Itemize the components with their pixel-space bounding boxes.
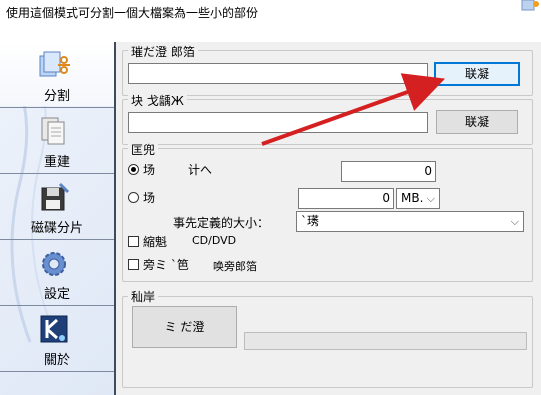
radio-split-by-count-text: 计へ [188, 163, 213, 177]
radio-split-by-count[interactable] [128, 164, 139, 175]
sidebar-separator [0, 371, 114, 372]
sidebar-item-label: 關於 [43, 353, 70, 368]
compress-checkbox-text: CD/DVD [192, 234, 237, 247]
part-size-input[interactable]: 0 [298, 188, 394, 209]
batch-checkbox-text: 唤旁郎箔 [213, 260, 257, 273]
radio-split-by-size[interactable] [128, 192, 139, 203]
compress-checkbox[interactable] [128, 236, 139, 247]
source-browse-button[interactable]: 联凝 [434, 62, 520, 86]
preset-size-select[interactable]: `璓 ⌵ [296, 211, 524, 232]
split-panel: 璀だ澄 郎箔 联凝 块 戈龋Ж 联凝 匡兜 场 计へ 0 场 0 MB. ⌵ 事… [116, 42, 541, 395]
target-group-title: 块 戈龋Ж [128, 92, 187, 109]
sidebar-item-split[interactable]: 分割 [0, 42, 114, 106]
parts-count-input[interactable]: 0 [341, 161, 436, 182]
target-folder-input[interactable] [128, 112, 428, 133]
options-group-title: 匡兜 [128, 141, 159, 158]
sidebar-item-label: 分割 [43, 89, 70, 104]
sidebar-item-about[interactable]: 關於 [0, 306, 114, 370]
compress-checkbox-label: 縮魁 [143, 235, 168, 249]
radio-split-by-size-label: 场 [143, 191, 156, 205]
split-scissors-icon [39, 51, 70, 77]
split-progress-bar [244, 332, 527, 350]
about-k-icon [40, 315, 68, 343]
preset-size-label: 事先定義的大小： [173, 216, 270, 230]
radio-split-by-count-label: 场 [143, 163, 156, 177]
batch-checkbox[interactable] [128, 259, 139, 270]
sidebar-item-label: 重建 [43, 155, 70, 170]
source-group-title: 璀だ澄 郎箔 [128, 43, 198, 60]
size-unit-select[interactable]: MB. ⌵ [396, 188, 440, 209]
chevron-down-icon: ⌵ [426, 192, 435, 205]
app-corner-icon [521, 0, 539, 11]
start-split-button[interactable]: ミ だ澄 [132, 306, 237, 348]
progress-group-title: 秈岸 [128, 288, 159, 305]
preset-size-value: `璓 [301, 214, 320, 228]
sidebar-item-label: 磁碟分片 [30, 221, 83, 236]
batch-checkbox-label: 旁ミ `笆 [143, 258, 189, 272]
target-browse-button[interactable]: 联凝 [436, 110, 518, 134]
settings-gear-icon [42, 252, 66, 276]
disk-split-icon [41, 182, 70, 211]
sidebar-item-label: 設定 [43, 287, 70, 302]
sidebar-item-settings[interactable]: 設定 [0, 240, 114, 304]
size-unit-value: MB. [401, 191, 424, 205]
source-file-input[interactable] [128, 63, 428, 84]
sidebar-item-disk-split[interactable]: 磁碟分片 [0, 174, 114, 238]
sidebar: 分割 重建 磁碟分片 設定 關於 [0, 42, 114, 395]
mode-description: 使用這個模式可分割一個大檔案為一些小的部份 [6, 6, 259, 20]
rebuild-pages-icon [41, 117, 65, 145]
chevron-down-icon: ⌵ [510, 215, 519, 228]
sidebar-item-rebuild[interactable]: 重建 [0, 108, 114, 172]
